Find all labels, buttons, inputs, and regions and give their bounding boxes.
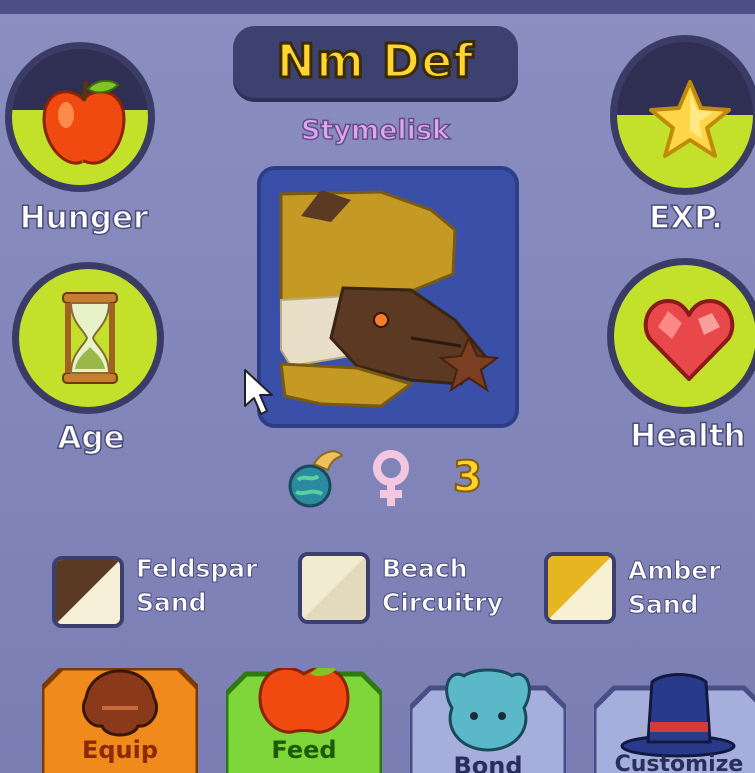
pet-info-screen: Nm Def Stymelisk Hunger EXP. Age Health … xyxy=(0,0,755,773)
color-swatch-3[interactable] xyxy=(544,552,616,624)
bond-label: Bond xyxy=(453,752,523,773)
star-icon xyxy=(649,80,731,158)
globe-dragon-icon xyxy=(288,450,344,508)
health-meter[interactable] xyxy=(607,258,755,414)
top-frame xyxy=(0,0,755,14)
swatch-3-name: Amber Sand xyxy=(628,556,722,620)
customize-label: Customize xyxy=(614,752,744,773)
age-label: Age xyxy=(57,419,126,457)
pet-portrait xyxy=(257,166,519,428)
age-meter[interactable] xyxy=(12,262,164,414)
exp-meter[interactable] xyxy=(610,35,755,195)
equip-button[interactable]: Equip xyxy=(42,668,198,773)
female-symbol-icon xyxy=(373,450,409,506)
feed-label: Feed xyxy=(271,736,337,764)
color-swatch-1[interactable] xyxy=(52,556,124,628)
dragon-head-image xyxy=(279,190,500,408)
equip-label: Equip xyxy=(81,736,159,764)
hourglass-icon xyxy=(62,292,118,384)
swatch-2-name: Beach Circuitry xyxy=(381,554,504,618)
hunger-label: Hunger xyxy=(19,199,149,237)
bond-button[interactable]: Bond xyxy=(410,668,566,773)
apple-icon xyxy=(42,79,126,165)
exp-label: EXP. xyxy=(648,199,723,237)
heart-icon xyxy=(643,299,735,381)
health-label: Health xyxy=(630,417,747,455)
pet-species: Stymelisk xyxy=(300,114,450,147)
pet-name: Nm Def xyxy=(275,33,475,90)
hunger-meter[interactable] xyxy=(5,42,155,192)
pet-level: 3 xyxy=(452,451,483,502)
color-swatch-2[interactable] xyxy=(298,552,370,624)
pet-name-plate: Nm Def xyxy=(233,26,518,102)
customize-button[interactable]: Customize xyxy=(594,668,755,773)
feed-button[interactable]: Feed xyxy=(226,668,382,773)
mouse-cursor-icon xyxy=(244,369,273,415)
swatch-1-name: Feldspar Sand xyxy=(135,554,258,618)
